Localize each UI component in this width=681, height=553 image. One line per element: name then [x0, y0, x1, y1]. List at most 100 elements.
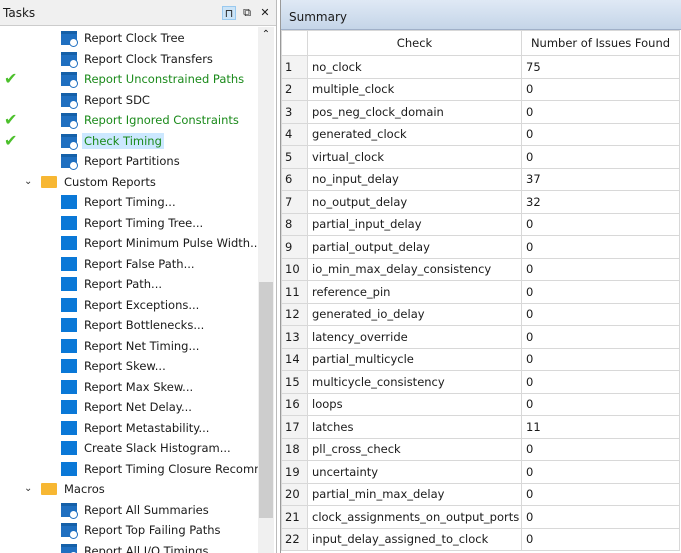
tree-item[interactable]: Report Metastability...	[61, 418, 211, 438]
tree-item[interactable]: Create Slack Histogram...	[61, 438, 233, 458]
tree-item[interactable]: Report Path...	[61, 274, 164, 294]
tree-item[interactable]: Report Unconstrained Paths	[61, 69, 246, 89]
table-row[interactable]: 15 multicycle_consistency 0	[281, 370, 680, 394]
report-icon	[61, 113, 78, 129]
check-name: partial_output_delay	[307, 235, 522, 259]
row-number: 4	[281, 122, 308, 146]
issue-count: 0	[521, 460, 680, 484]
report-icon	[61, 51, 78, 68]
issue-count: 0	[521, 527, 680, 551]
tree-item-label: Report Net Timing...	[84, 338, 200, 353]
table-row[interactable]: 11 reference_pin 0	[281, 280, 680, 304]
pin-icon[interactable]: ⊓	[222, 5, 236, 20]
tree-item[interactable]: Report Minimum Pulse Width...	[61, 233, 258, 253]
table-row[interactable]: 7 no_output_delay 32	[281, 190, 680, 214]
close-icon[interactable]: ✕	[258, 6, 272, 20]
tree-item-label: Report SDC	[84, 92, 150, 107]
tree-item[interactable]: Report Skew...	[61, 356, 168, 376]
tree-item[interactable]: Report SDC	[61, 90, 152, 110]
scroll-up-icon[interactable]: ⌃	[258, 29, 274, 40]
custom-report-icon	[61, 441, 77, 455]
table-row[interactable]: 4 generated_clock 0	[281, 122, 680, 146]
issue-count: 0	[521, 437, 680, 461]
row-number: 21	[281, 505, 308, 529]
tree-item[interactable]: Report All Summaries	[61, 500, 211, 520]
tree-item[interactable]: Report Ignored Constraints	[61, 110, 241, 130]
custom-report-icon	[61, 256, 77, 271]
row-number: 14	[281, 347, 308, 371]
tree-item[interactable]: Report Timing Closure Recommendations...	[61, 459, 258, 479]
tree-item[interactable]: Report Max Skew...	[61, 377, 195, 397]
custom-report-icon	[61, 236, 77, 250]
table-row[interactable]: 20 partial_min_max_delay 0	[281, 482, 680, 506]
tree-item[interactable]: Report Net Timing...	[61, 336, 201, 356]
table-row[interactable]: 16 loops 0	[281, 392, 680, 416]
tree-item-label: Report Metastability...	[84, 420, 210, 435]
tree-item-label: Report All Summaries	[84, 502, 209, 517]
column-header[interactable]: Number of Issues Found	[521, 30, 680, 56]
report-icon	[61, 92, 78, 109]
table-row[interactable]: 5 virtual_clock 0	[281, 145, 680, 169]
tree-item[interactable]: Report Clock Tree	[61, 28, 187, 48]
chevron-down-icon[interactable]: ⌄	[24, 483, 32, 494]
table-row[interactable]: 6 no_input_delay 37	[281, 167, 680, 191]
tasks-tree: Report Clock Tree Report Clock Transfers ✔…	[0, 27, 258, 553]
table-row[interactable]: 17 latches 11	[281, 415, 680, 439]
table-row[interactable]: 1 no_clock 75	[281, 55, 680, 79]
tree-item[interactable]: Check Timing	[61, 131, 164, 151]
check-name: pll_cross_check	[307, 437, 522, 461]
check-name: partial_multicycle	[307, 347, 522, 371]
tree-item-label: Report Timing Tree...	[84, 215, 204, 230]
table-row[interactable]: 22 input_delay_assigned_to_clock 0	[281, 527, 680, 551]
table-row[interactable]: 19 uncertainty 0	[281, 460, 680, 484]
chevron-down-icon[interactable]: ⌄	[24, 176, 32, 187]
table-row[interactable]: 21 clock_assignments_on_output_ports 0	[281, 505, 680, 529]
table-row[interactable]: 8 partial_input_delay 0	[281, 212, 680, 236]
tree-item-label: Report Timing...	[84, 195, 176, 209]
table-row[interactable]: 3 pos_neg_clock_domain 0	[281, 100, 680, 124]
tree-item[interactable]: Report Partitions	[61, 151, 182, 171]
row-number: 22	[281, 527, 308, 551]
issue-count: 0	[521, 122, 680, 146]
report-icon	[61, 72, 78, 88]
issue-count: 0	[521, 505, 680, 529]
custom-report-icon	[61, 420, 77, 435]
table-row[interactable]: 18 pll_cross_check 0	[281, 437, 680, 461]
issue-count: 0	[521, 302, 680, 326]
scrollbar-thumb[interactable]	[259, 282, 273, 518]
tree-item[interactable]: Report All I/O Timings	[61, 541, 211, 553]
check-name: no_output_delay	[307, 190, 522, 214]
row-number: 20	[281, 482, 308, 506]
float-icon[interactable]: ⧉	[240, 6, 254, 20]
table-row[interactable]: 2 multiple_clock 0	[281, 77, 680, 101]
table-row[interactable]: 13 latency_override 0	[281, 325, 680, 349]
table-row[interactable]: 9 partial_output_delay 0	[281, 235, 680, 259]
tree-item[interactable]: Report Net Delay...	[61, 397, 194, 417]
check-name: clock_assignments_on_output_ports	[307, 505, 522, 529]
table-row[interactable]: 10 io_min_max_delay_consistency 0	[281, 257, 680, 281]
tree-item[interactable]: Report Clock Transfers	[61, 49, 215, 69]
tree-item[interactable]: Report Timing Tree...	[61, 213, 205, 233]
issue-count: 0	[521, 257, 680, 281]
column-header[interactable]	[281, 30, 308, 56]
tree-item-label: Report Partitions	[84, 154, 180, 168]
row-number: 2	[281, 77, 308, 101]
tree-item[interactable]: Report Top Failing Paths	[61, 520, 223, 540]
issue-count: 0	[521, 77, 680, 101]
tree-item[interactable]: Report False Path...	[61, 254, 197, 274]
column-header[interactable]: Check	[307, 30, 522, 56]
tree-item[interactable]: Report Timing...	[61, 192, 178, 212]
tree-item-label: Create Slack Histogram...	[84, 441, 231, 455]
check-name: latency_override	[307, 325, 522, 349]
tasks-scrollbar[interactable]: ⌃	[258, 27, 274, 553]
tree-item[interactable]: Report Exceptions...	[61, 295, 201, 315]
tree-item-label: Report Skew...	[84, 359, 166, 373]
table-row[interactable]: 14 partial_multicycle 0	[281, 347, 680, 371]
issue-count: 32	[521, 190, 680, 214]
check-name: virtual_clock	[307, 145, 522, 169]
table-row[interactable]: 12 generated_io_delay 0	[281, 302, 680, 326]
tree-item[interactable]: Macros	[41, 479, 107, 499]
tree-item[interactable]: Report Bottlenecks...	[61, 315, 206, 335]
tree-item[interactable]: Custom Reports	[41, 172, 158, 192]
row-number: 12	[281, 302, 308, 326]
